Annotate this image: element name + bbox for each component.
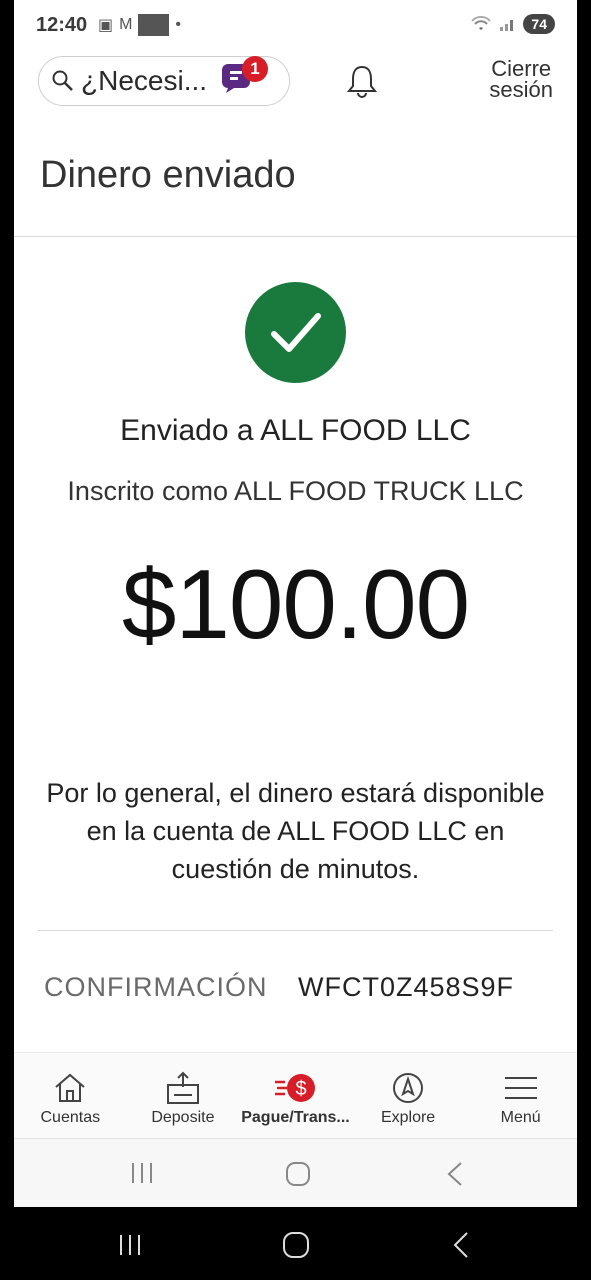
nav-label: Menú xyxy=(500,1109,541,1126)
status-time: 12:40 xyxy=(36,14,88,36)
notification-badge: 1 xyxy=(242,56,268,82)
wf-app-icon: WF xyxy=(138,14,170,36)
divider xyxy=(38,930,553,931)
nav-label: Pague/Trans... xyxy=(241,1109,350,1126)
checkmark-icon xyxy=(245,282,346,383)
nav-item-deposite[interactable]: Deposite xyxy=(127,1053,240,1138)
back-icon[interactable] xyxy=(445,1161,465,1187)
logout-label-line2: sesión xyxy=(489,77,553,102)
page-title: Dinero enviado xyxy=(40,154,296,196)
enrolled-name-text: Inscrito como ALL FOOD TRUCK LLC xyxy=(67,476,524,506)
home-button-icon[interactable] xyxy=(285,1161,311,1187)
confirmation-number: WFCT0Z458S9F xyxy=(298,972,515,1002)
phone-screen: 12:40 ▣ M WF • 74 ¿Necesi... 1 Cierre se… xyxy=(14,0,577,1207)
recent-apps-icon[interactable] xyxy=(129,1161,155,1185)
gmail-icon: M xyxy=(119,16,133,33)
recent-apps-icon[interactable] xyxy=(117,1233,143,1257)
pay-transfer-icon: $ xyxy=(273,1071,317,1105)
svg-text:$: $ xyxy=(296,1078,307,1100)
dot-icon: • xyxy=(175,16,181,33)
device-navigation-bar xyxy=(0,1207,591,1280)
home-button-icon[interactable] xyxy=(282,1231,310,1259)
wifi-icon xyxy=(471,16,492,30)
battery-indicator: 74 xyxy=(523,14,555,34)
search-icon xyxy=(51,69,75,93)
nav-label: Deposite xyxy=(151,1109,215,1126)
confirmation-label: CONFIRMACIÓN xyxy=(44,972,268,1002)
compass-icon xyxy=(392,1071,424,1105)
search-placeholder: ¿Necesi... xyxy=(81,65,208,96)
status-bar: 12:40 ▣ M WF • 74 xyxy=(14,0,577,52)
deposit-icon xyxy=(165,1071,201,1105)
signal-icon xyxy=(500,20,514,31)
screenshot-icon: ▣ xyxy=(98,17,114,34)
amount-sent: $100.00 xyxy=(121,549,470,659)
system-navigation-bar xyxy=(14,1138,577,1207)
nav-item-menu[interactable]: Menú xyxy=(464,1053,577,1138)
bell-icon[interactable] xyxy=(346,64,378,98)
logout-button[interactable]: Cierre sesión xyxy=(489,56,553,102)
nav-item-pague-transfiera[interactable]: $ Pague/Trans... xyxy=(239,1053,352,1138)
status-system-icons: 74 xyxy=(471,14,555,34)
bottom-navigation: Cuentas Deposite $ Pague/Trans... Explor… xyxy=(14,1052,577,1138)
divider xyxy=(14,236,577,237)
home-icon xyxy=(53,1071,87,1105)
menu-icon xyxy=(503,1071,539,1105)
back-icon[interactable] xyxy=(451,1231,471,1259)
status-notification-icons: ▣ M WF • xyxy=(98,14,181,36)
nav-label: Explore xyxy=(380,1109,436,1126)
app-header: ¿Necesi... 1 Cierre sesión xyxy=(14,52,577,112)
availability-message: Por lo general, el dinero estará disponi… xyxy=(46,778,545,884)
recipient-text: Enviado a ALL FOOD LLC xyxy=(120,414,471,447)
nav-label: Cuentas xyxy=(40,1109,101,1126)
nav-item-explore[interactable]: Explore xyxy=(352,1053,465,1138)
nav-item-cuentas[interactable]: Cuentas xyxy=(14,1053,127,1138)
logout-label-line1: Cierre xyxy=(491,56,552,81)
